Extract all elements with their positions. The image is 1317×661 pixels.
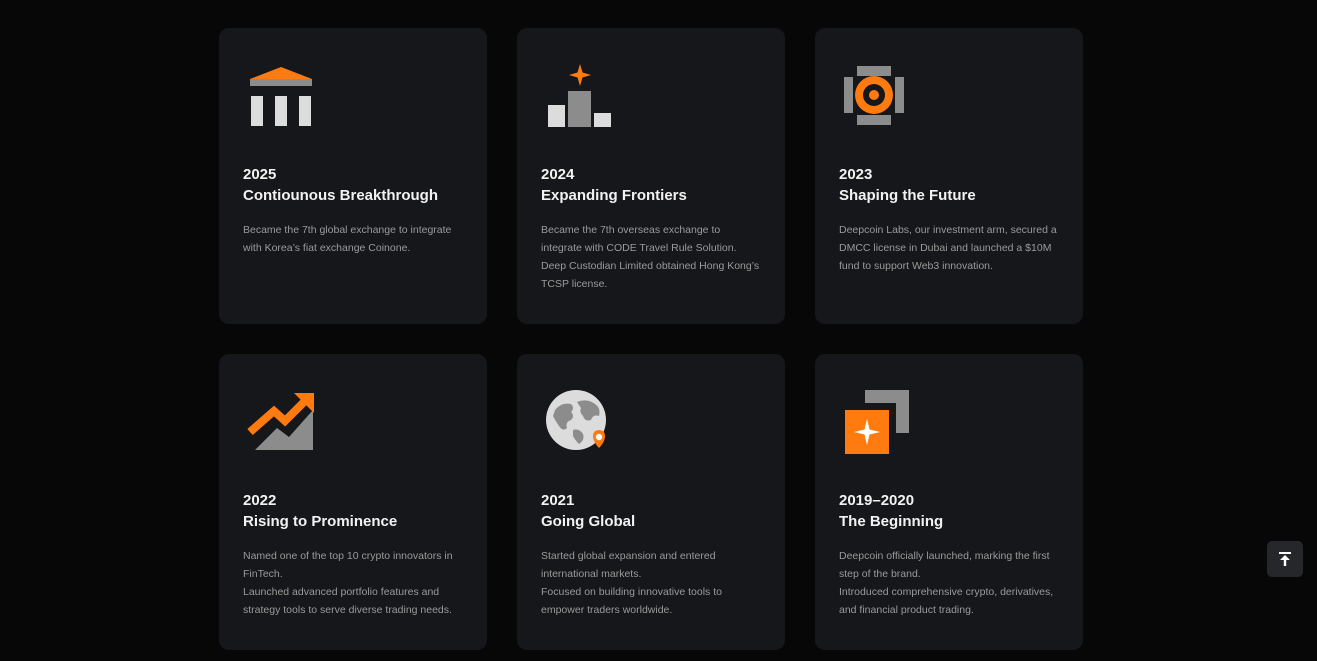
milestone-title: The Beginning (839, 513, 944, 530)
page: 2025 Contiounous Breakthrough Became the… (0, 0, 1317, 661)
milestone-title: Rising to Prominence (243, 513, 398, 530)
milestone-card: 2021 Going Global Started global expansi… (517, 354, 785, 650)
milestone-description: Became the 7th overseas exchange to inte… (541, 221, 763, 293)
trend-up-icon (247, 390, 315, 458)
podium-star-icon (545, 64, 613, 132)
milestone-description-line: Launched advanced portfolio features and… (243, 586, 452, 616)
milestone-description-line: Named one of the top 10 crypto innovator… (243, 550, 453, 580)
milestone-card: 2023 Shaping the Future Deepcoin Labs, o… (815, 28, 1083, 324)
milestone-card: 2019–2020 The Beginning Deepcoin officia… (815, 354, 1083, 650)
bank-icon (247, 64, 315, 132)
milestone-description-line: Became the 7th global exchange to integr… (243, 224, 452, 254)
milestone-description-line: Started global expansion and entered int… (541, 550, 716, 580)
milestone-year: 2022 (243, 492, 277, 509)
milestone-description-line: Introduced comprehensive crypto, derivat… (839, 586, 1054, 616)
back-to-top-icon (1277, 551, 1293, 567)
milestone-card: 2024 Expanding Frontiers Became the 7th … (517, 28, 785, 324)
corner-star-icon (843, 390, 911, 458)
milestone-description-line: Deepcoin Labs, our investment arm, secur… (839, 224, 1057, 272)
milestone-card: 2022 Rising to Prominence Named one of t… (219, 354, 487, 650)
milestone-description-line: Focused on building innovative tools to … (541, 586, 722, 616)
milestone-year: 2023 (839, 166, 873, 183)
milestone-description-line: Became the 7th overseas exchange to inte… (541, 224, 737, 254)
milestone-year: 2021 (541, 492, 575, 509)
milestone-description: Deepcoin Labs, our investment arm, secur… (839, 221, 1061, 275)
milestone-description: Became the 7th global exchange to integr… (243, 221, 465, 257)
milestone-year: 2025 (243, 166, 277, 183)
milestone-description: Started global expansion and entered int… (541, 547, 763, 619)
milestone-description-line: Deepcoin officially launched, marking th… (839, 550, 1050, 580)
globe-pin-icon (545, 390, 613, 458)
milestone-title: Expanding Frontiers (541, 187, 687, 204)
milestone-description: Named one of the top 10 crypto innovator… (243, 547, 465, 619)
milestone-title: Contiounous Breakthrough (243, 187, 438, 204)
milestone-title: Shaping the Future (839, 187, 976, 204)
milestone-description-line: Deep Custodian Limited obtained Hong Kon… (541, 260, 760, 290)
milestones-grid: 2025 Contiounous Breakthrough Became the… (219, 28, 1083, 650)
milestone-year: 2024 (541, 166, 575, 183)
milestone-year: 2019–2020 (839, 492, 915, 509)
milestone-description: Deepcoin officially launched, marking th… (839, 547, 1061, 619)
milestone-card: 2025 Contiounous Breakthrough Became the… (219, 28, 487, 324)
milestone-title: Going Global (541, 513, 636, 530)
target-icon (843, 64, 911, 132)
back-to-top-button[interactable] (1267, 541, 1303, 577)
